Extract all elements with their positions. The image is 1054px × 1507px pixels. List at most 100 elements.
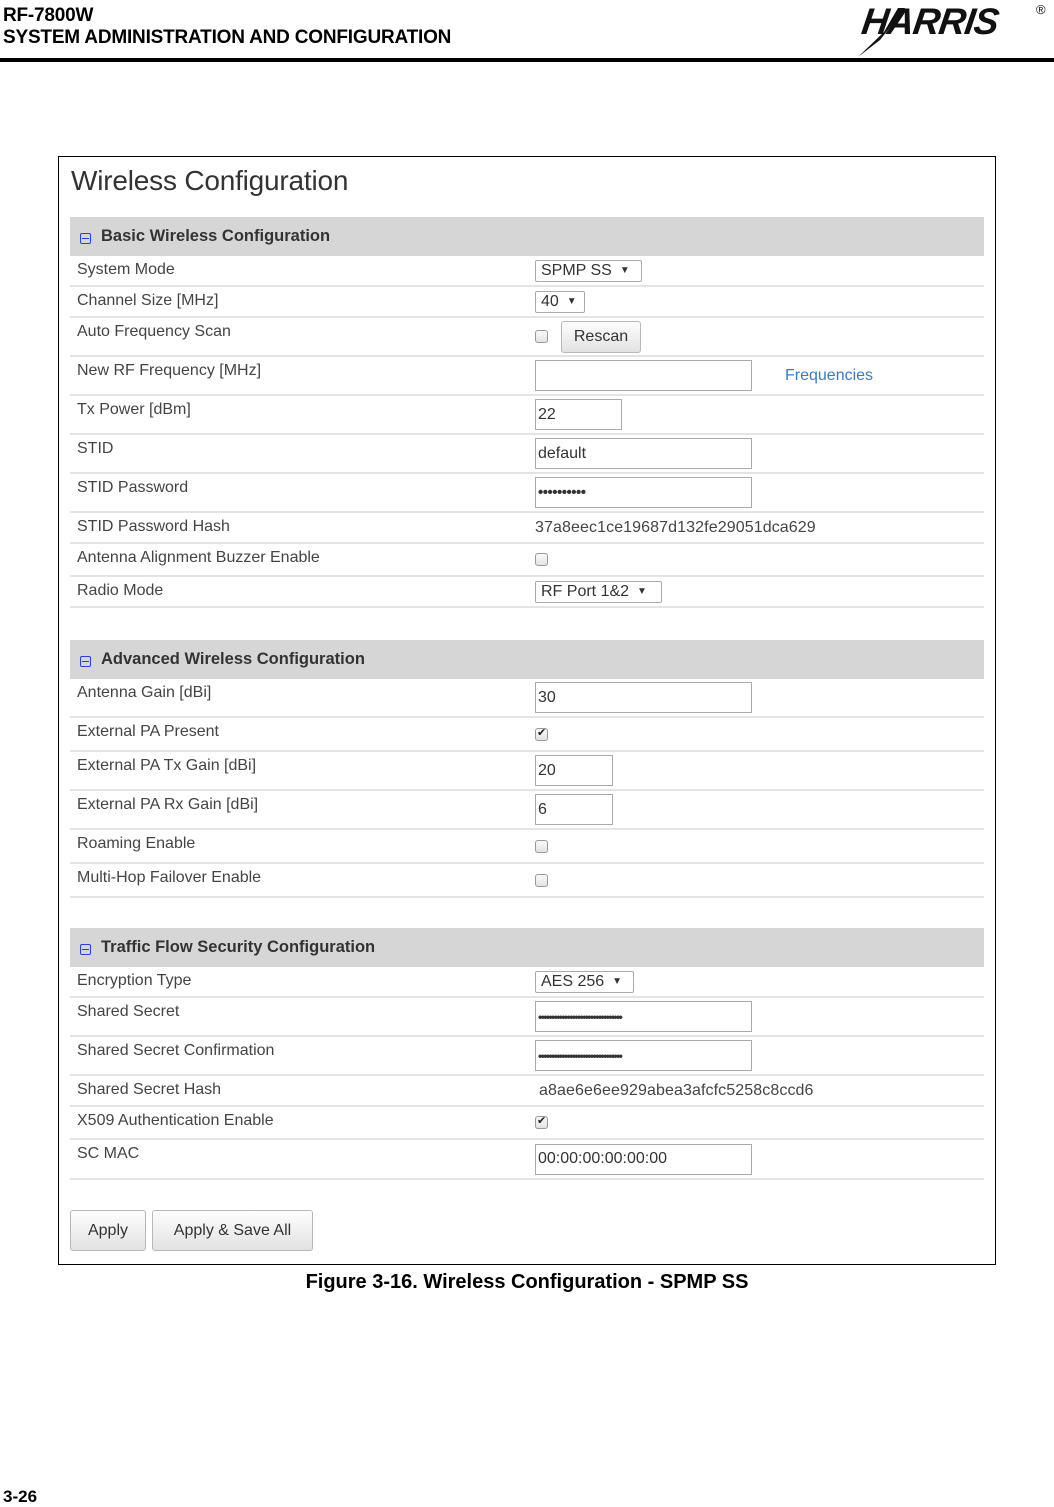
rescan-button[interactable]: Rescan — [561, 320, 641, 353]
frequencies-link[interactable]: Frequencies — [785, 367, 873, 385]
basic-wireless-section: Basic Wireless Configuration System Mode… — [70, 217, 984, 608]
field-label: Roaming Enable — [77, 835, 196, 852]
row-shared-secret: Shared Secret ••••••••••••••••••••••••••… — [70, 998, 984, 1037]
external-pa-rx-gain-input[interactable]: 6 — [535, 794, 613, 825]
document-header: RF-7800W SYSTEM ADMINISTRATION AND CONFI… — [0, 0, 1054, 64]
channel-size-select[interactable]: 40 ▼ — [535, 290, 585, 313]
row-shared-secret-hash: Shared Secret Hash a8ae6e6ee929abea3afcf… — [70, 1076, 984, 1107]
row-shared-secret-confirmation: Shared Secret Confirmation •••••••••••••… — [70, 1037, 984, 1076]
antenna-alignment-buzzer-checkbox[interactable] — [535, 553, 548, 566]
dropdown-arrow-icon: ▼ — [619, 265, 630, 276]
field-label: External PA Present — [77, 723, 219, 740]
collapse-icon[interactable] — [80, 943, 91, 955]
tx-power-input[interactable]: 22 — [535, 399, 622, 430]
product-name: RF-7800W — [3, 5, 94, 26]
field-label: Tx Power [dBm] — [77, 401, 191, 418]
auto-frequency-scan-checkbox[interactable] — [535, 330, 548, 343]
field-label: External PA Tx Gain [dBi] — [77, 757, 257, 774]
shared-secret-hash-value: a8ae6e6ee929abea3afcfc5258c8ccd6 — [539, 1081, 814, 1099]
select-value: SPMP SS — [541, 261, 612, 279]
select-value: RF Port 1&2 — [541, 582, 630, 600]
field-label: Multi-Hop Failover Enable — [77, 869, 262, 886]
field-label: New RF Frequency [MHz] — [77, 362, 262, 379]
section-header-security[interactable]: Traffic Flow Security Configuration — [70, 928, 984, 967]
external-pa-tx-gain-input[interactable]: 20 — [535, 755, 613, 786]
field-label: Antenna Gain [dBi] — [77, 684, 212, 701]
stid-password-input[interactable]: •••••••••• — [535, 477, 752, 508]
field-label: Channel Size [MHz] — [77, 292, 219, 309]
system-mode-select[interactable]: SPMP SS ▼ — [535, 259, 642, 282]
page-number: 3-26 — [3, 1487, 38, 1506]
row-sc-mac: SC MAC 00:00:00:00:00:00 — [70, 1140, 984, 1180]
field-label: Shared Secret Hash — [77, 1081, 222, 1098]
select-value: 40 — [541, 292, 559, 310]
shared-secret-input[interactable]: •••••••••••••••••••••••••••••••• — [535, 1001, 752, 1032]
wireless-configuration-panel: Wireless Configuration Basic Wireless Co… — [58, 156, 996, 1265]
roaming-enable-checkbox[interactable] — [535, 839, 548, 853]
apply-button[interactable]: Apply — [70, 1210, 146, 1251]
row-antenna-gain: Antenna Gain [dBi] 30 — [70, 679, 984, 718]
new-rf-frequency-input[interactable] — [535, 360, 752, 391]
row-external-pa-tx-gain: External PA Tx Gain [dBi] 20 — [70, 752, 984, 791]
section-header-advanced[interactable]: Advanced Wireless Configuration — [70, 640, 984, 679]
collapse-icon[interactable] — [80, 655, 91, 667]
field-label: STID — [77, 440, 114, 457]
registered-mark: ® — [1036, 2, 1046, 17]
field-label: Auto Frequency Scan — [77, 323, 231, 340]
row-antenna-alignment-buzzer: Antenna Alignment Buzzer Enable — [70, 544, 984, 577]
row-stid-password-hash: STID Password Hash 37a8eec1ce19687d132fe… — [70, 513, 984, 544]
section-header-basic[interactable]: Basic Wireless Configuration — [70, 217, 984, 256]
field-label: SC MAC — [77, 1145, 140, 1162]
field-label: Encryption Type — [77, 972, 192, 989]
field-label: Radio Mode — [77, 582, 164, 599]
field-label: X509 Authentication Enable — [77, 1112, 274, 1129]
row-external-pa-rx-gain: External PA Rx Gain [dBi] 6 — [70, 791, 984, 830]
row-stid: STID default — [70, 435, 984, 474]
select-value: AES 256 — [541, 972, 605, 990]
row-external-pa-present: External PA Present — [70, 718, 984, 752]
row-stid-password: STID Password •••••••••• — [70, 474, 984, 513]
section-title: Traffic Flow Security Configuration — [101, 938, 376, 956]
row-auto-frequency-scan: Auto Frequency Scan Rescan — [70, 318, 984, 357]
antenna-gain-input[interactable]: 30 — [535, 682, 752, 713]
row-radio-mode: Radio Mode RF Port 1&2 ▼ — [70, 577, 984, 608]
row-new-rf-frequency: New RF Frequency [MHz] Frequencies — [70, 357, 984, 396]
shared-secret-confirmation-input[interactable]: •••••••••••••••••••••••••••••••• — [535, 1040, 752, 1071]
collapse-icon[interactable] — [80, 232, 91, 244]
dropdown-arrow-icon: ▼ — [637, 586, 647, 597]
page-title: Wireless Configuration — [71, 165, 349, 196]
section-title: Advanced Wireless Configuration — [101, 650, 365, 668]
sc-mac-input[interactable]: 00:00:00:00:00:00 — [535, 1143, 752, 1175]
x509-authentication-checkbox[interactable] — [535, 1114, 548, 1129]
encryption-type-select[interactable]: AES 256 ▼ — [535, 970, 634, 993]
field-label: Shared Secret — [77, 1003, 180, 1020]
logo-wordmark: HARRIS — [859, 1, 1001, 42]
harris-logo: HARRIS ® — [850, 0, 1050, 58]
header-rule — [0, 58, 1054, 62]
figure-caption: Figure 3-16. Wireless Configuration - SP… — [305, 1271, 749, 1293]
row-tx-power: Tx Power [dBm] 22 — [70, 396, 984, 435]
document-section-title: SYSTEM ADMINISTRATION AND CONFIGURATION — [3, 27, 452, 48]
dropdown-arrow-icon: ▼ — [566, 296, 577, 307]
dropdown-arrow-icon: ▼ — [612, 976, 623, 987]
field-label: STID Password — [77, 479, 189, 496]
external-pa-present-checkbox[interactable] — [535, 726, 548, 741]
traffic-flow-security-section: Traffic Flow Security Configuration Encr… — [70, 928, 984, 1180]
apply-save-all-button[interactable]: Apply & Save All — [152, 1210, 313, 1251]
row-channel-size: Channel Size [MHz] 40 ▼ — [70, 287, 984, 318]
stid-password-hash-value: 37a8eec1ce19687d132fe29051dca629 — [535, 518, 816, 536]
row-roaming-enable: Roaming Enable — [70, 830, 984, 864]
form-actions: Apply Apply & Save All — [70, 1210, 313, 1251]
field-label: STID Password Hash — [77, 518, 230, 535]
multi-hop-failover-checkbox[interactable] — [535, 873, 548, 887]
advanced-wireless-section: Advanced Wireless Configuration Antenna … — [70, 640, 984, 898]
field-label: System Mode — [77, 261, 175, 278]
field-label: Antenna Alignment Buzzer Enable — [77, 549, 320, 566]
field-label: Shared Secret Confirmation — [77, 1042, 275, 1059]
radio-mode-select[interactable]: RF Port 1&2 ▼ — [535, 580, 662, 603]
stid-input[interactable]: default — [535, 438, 752, 469]
section-title: Basic Wireless Configuration — [101, 227, 331, 245]
field-label: External PA Rx Gain [dBi] — [77, 796, 259, 813]
row-multi-hop-failover: Multi-Hop Failover Enable — [70, 864, 984, 898]
row-encryption-type: Encryption Type AES 256 ▼ — [70, 967, 984, 998]
